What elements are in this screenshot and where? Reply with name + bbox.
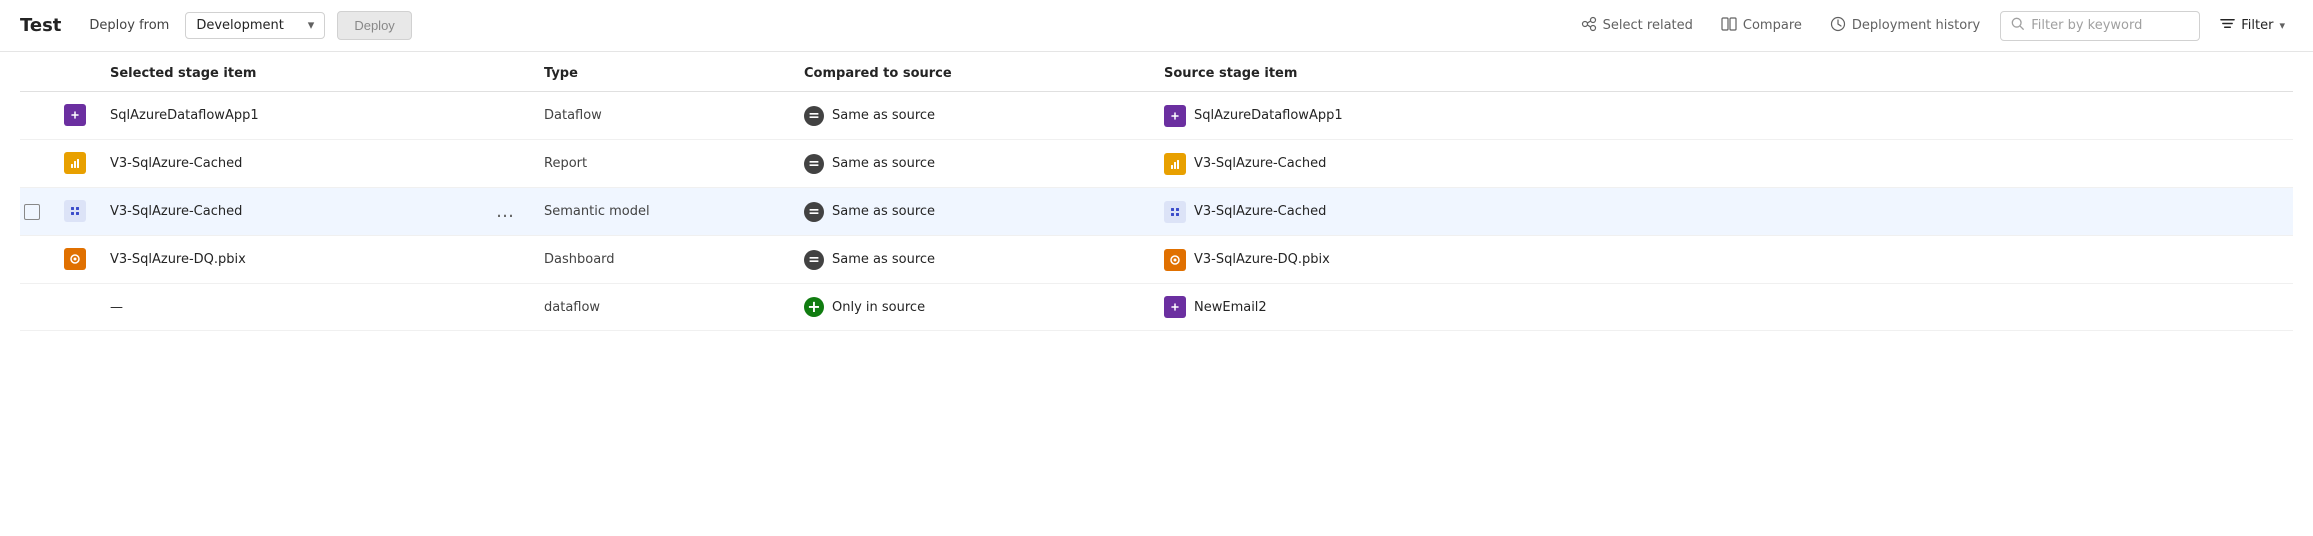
col-checkbox <box>20 52 52 92</box>
row-more-cell <box>478 236 532 284</box>
row-checkbox-cell <box>20 236 52 284</box>
select-related-icon <box>1581 16 1597 36</box>
row-selected-item: V3-SqlAzure-Cached <box>98 188 478 236</box>
row-more-cell[interactable]: … <box>478 188 532 236</box>
row-type: Report <box>532 140 792 188</box>
source-item-name: V3-SqlAzure-Cached <box>1194 204 1326 219</box>
row-more-cell <box>478 140 532 188</box>
row-checkbox-cell <box>20 92 52 140</box>
same-as-source-icon: = <box>804 250 824 270</box>
status-label: Only in source <box>832 300 925 315</box>
deploy-from-label: Deploy from <box>89 18 169 33</box>
table-row: SqlAzureDataflowApp1 Dataflow = Same as … <box>20 92 2293 140</box>
row-selected-item: V3-SqlAzure-Cached <box>98 140 478 188</box>
dataflow-icon <box>1164 296 1186 318</box>
report-icon <box>1164 153 1186 175</box>
dashboard-icon <box>64 248 86 270</box>
col-type: Type <box>532 52 792 92</box>
more-options-button[interactable]: … <box>490 199 520 224</box>
col-selected-stage-item: Selected stage item <box>98 52 478 92</box>
filter-button[interactable]: Filter ▾ <box>2212 10 2293 41</box>
deployment-history-action[interactable]: Deployment history <box>1822 10 1988 42</box>
col-more <box>478 52 532 92</box>
compare-icon <box>1721 16 1737 36</box>
row-checkbox[interactable] <box>24 204 40 220</box>
row-checkbox-cell <box>20 284 52 331</box>
table-row: — dataflow + Only in source NewEmail2 <box>20 284 2293 331</box>
row-source-item: NewEmail2 <box>1152 284 2293 331</box>
deployment-history-label: Deployment history <box>1852 18 1980 33</box>
filter-label: Filter <box>2241 18 2273 33</box>
row-status: = Same as source <box>792 236 1152 284</box>
app-title: Test <box>20 15 61 36</box>
row-status: = Same as source <box>792 188 1152 236</box>
search-placeholder: Filter by keyword <box>2031 18 2142 33</box>
report-icon <box>64 152 86 174</box>
status-label: Same as source <box>832 204 935 219</box>
same-as-source-icon: = <box>804 202 824 222</box>
row-status: = Same as source <box>792 140 1152 188</box>
deploy-env-select[interactable]: Development ▾ <box>185 12 325 39</box>
row-status: = Same as source <box>792 92 1152 140</box>
row-more-cell <box>478 284 532 331</box>
dataflow-icon <box>1164 105 1186 127</box>
row-checkbox-cell <box>20 140 52 188</box>
select-related-label: Select related <box>1603 18 1693 33</box>
status-label: Same as source <box>832 108 935 123</box>
search-icon <box>2011 17 2025 35</box>
table-row: V3-SqlAzure-Cached … Semantic model = Sa… <box>20 188 2293 236</box>
table-row: V3-SqlAzure-Cached Report = Same as sour… <box>20 140 2293 188</box>
status-label: Same as source <box>832 156 935 171</box>
row-icon-cell <box>52 92 98 140</box>
row-icon-cell <box>52 188 98 236</box>
source-item-name: NewEmail2 <box>1194 300 1267 315</box>
only-in-source-icon: + <box>804 297 824 317</box>
row-source-item: V3-SqlAzure-Cached <box>1152 188 2293 236</box>
dashboard-icon <box>1164 249 1186 271</box>
same-as-source-icon: = <box>804 154 824 174</box>
source-item-name: V3-SqlAzure-DQ.pbix <box>1194 252 1330 267</box>
row-status: + Only in source <box>792 284 1152 331</box>
row-type: Dataflow <box>532 92 792 140</box>
table-row: V3-SqlAzure-DQ.pbix Dashboard = Same as … <box>20 236 2293 284</box>
history-icon <box>1830 16 1846 36</box>
main-table-container: Selected stage item Type Compared to sou… <box>0 52 2313 331</box>
dataflow-icon <box>64 104 86 126</box>
semantic-icon <box>1164 201 1186 223</box>
col-compared: Compared to source <box>792 52 1152 92</box>
source-item-name: SqlAzureDataflowApp1 <box>1194 108 1343 123</box>
items-table: Selected stage item Type Compared to sou… <box>20 52 2293 331</box>
deploy-env-value: Development <box>196 18 284 33</box>
col-source-stage-item: Source stage item <box>1152 52 2293 92</box>
row-selected-item: SqlAzureDataflowApp1 <box>98 92 478 140</box>
filter-icon <box>2220 16 2235 35</box>
search-box[interactable]: Filter by keyword <box>2000 11 2200 41</box>
row-icon-cell <box>52 140 98 188</box>
row-type: dataflow <box>532 284 792 331</box>
topbar: Test Deploy from Development ▾ Deploy Se… <box>0 0 2313 52</box>
row-source-item: V3-SqlAzure-Cached <box>1152 140 2293 188</box>
row-checkbox-cell[interactable] <box>20 188 52 236</box>
deploy-button[interactable]: Deploy <box>337 11 411 40</box>
row-source-item: V3-SqlAzure-DQ.pbix <box>1152 236 2293 284</box>
row-type: Dashboard <box>532 236 792 284</box>
same-as-source-icon: = <box>804 106 824 126</box>
col-row-icon <box>52 52 98 92</box>
chevron-down-icon: ▾ <box>308 18 315 33</box>
table-header-row: Selected stage item Type Compared to sou… <box>20 52 2293 92</box>
status-label: Same as source <box>832 252 935 267</box>
row-more-cell <box>478 92 532 140</box>
row-icon-cell <box>52 284 98 331</box>
row-selected-item: V3-SqlAzure-DQ.pbix <box>98 236 478 284</box>
compare-action[interactable]: Compare <box>1713 10 1810 42</box>
row-type: Semantic model <box>532 188 792 236</box>
row-source-item: SqlAzureDataflowApp1 <box>1152 92 2293 140</box>
compare-label: Compare <box>1743 18 1802 33</box>
source-item-name: V3-SqlAzure-Cached <box>1194 156 1326 171</box>
filter-chevron-icon: ▾ <box>2279 19 2285 32</box>
select-related-action[interactable]: Select related <box>1573 10 1701 42</box>
row-icon-cell <box>52 236 98 284</box>
row-selected-item: — <box>98 284 478 331</box>
semantic-icon <box>64 200 86 222</box>
